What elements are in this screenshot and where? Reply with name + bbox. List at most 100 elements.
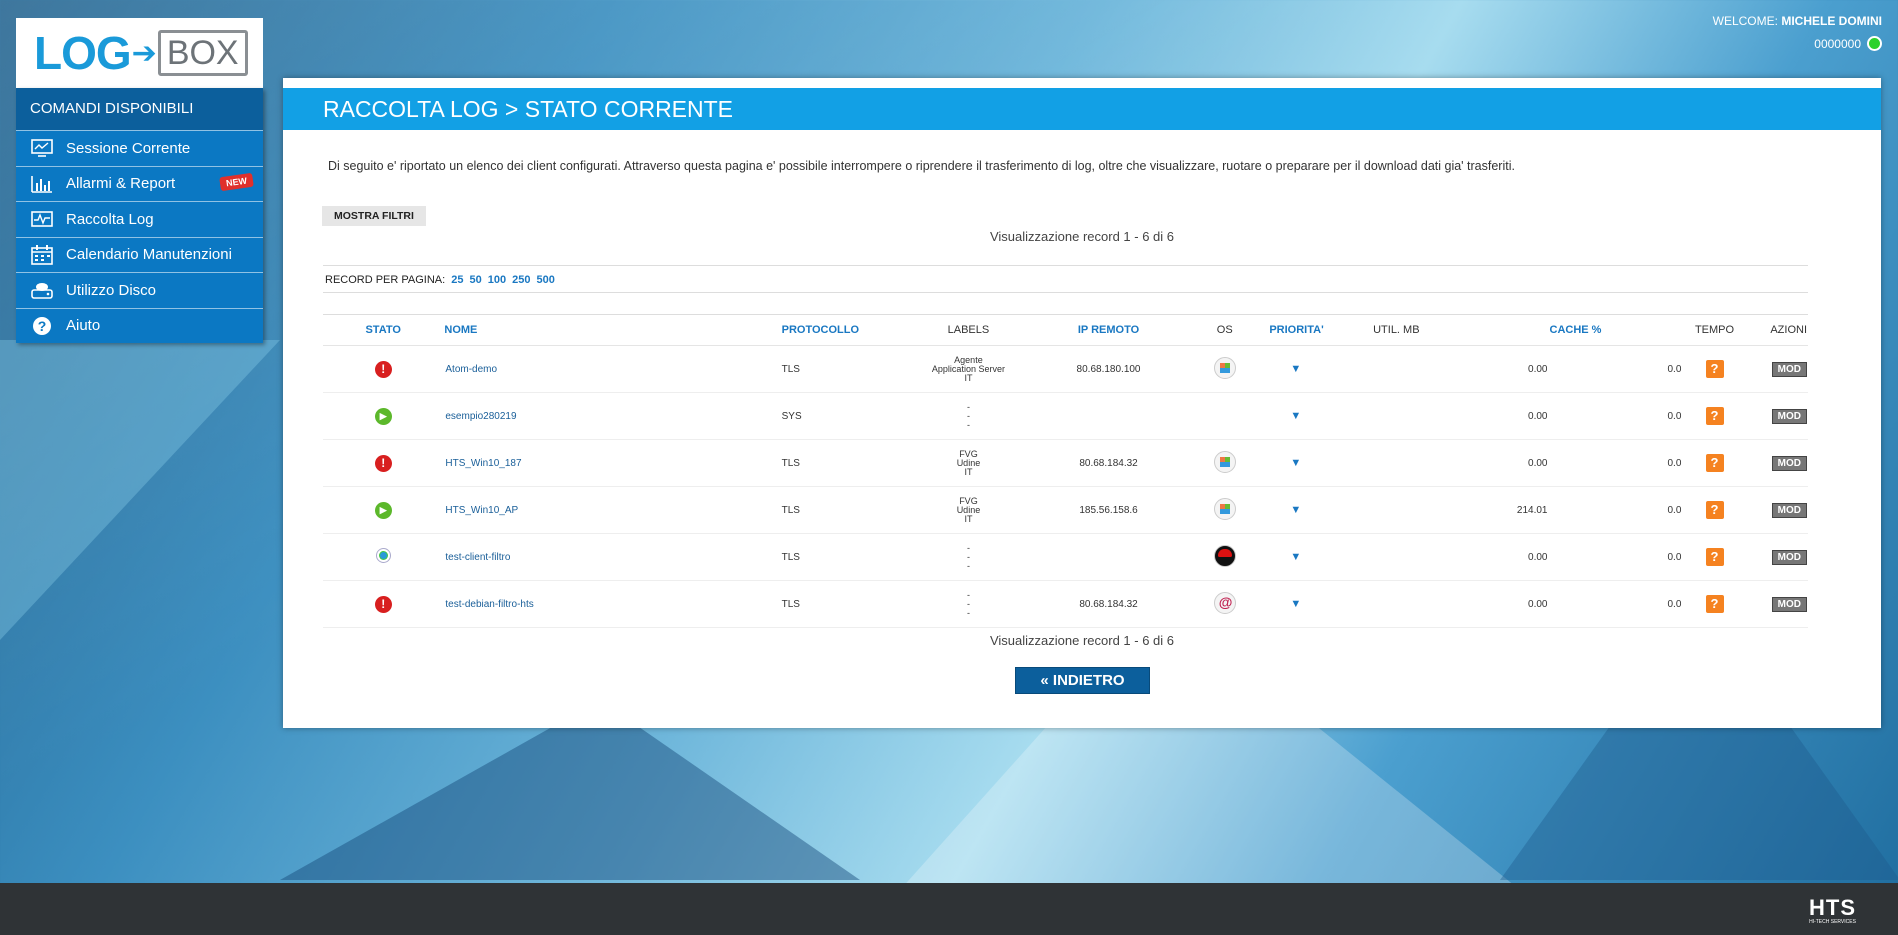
cache-cell: 0.0: [1548, 345, 1684, 393]
hts-logo: HTS HI-TECH SERVICES: [1809, 895, 1856, 925]
mod-button[interactable]: MOD: [1771, 361, 1807, 377]
util-cell: 0.00: [1372, 439, 1549, 487]
status-waiting-icon[interactable]: [375, 548, 391, 563]
status-stopped-icon[interactable]: !: [374, 360, 392, 378]
tempo-help-icon[interactable]: ?: [1705, 407, 1724, 425]
cache-cell: 0.0: [1548, 533, 1684, 581]
protocol-cell: TLS: [780, 345, 901, 393]
tempo-help-icon[interactable]: ?: [1705, 548, 1724, 566]
sidebar-item-calendario-manutenzioni[interactable]: Calendario Manutenzioni: [16, 236, 263, 273]
col-cache[interactable]: CACHE %: [1548, 314, 1684, 346]
col-priorita[interactable]: PRIORITA': [1268, 314, 1373, 346]
record-info-top: Visualizzazione record 1 - 6 di 6: [989, 229, 1175, 244]
rpp-option-100[interactable]: 100: [488, 274, 506, 286]
footer: HTS HI-TECH SERVICES: [0, 883, 1898, 935]
col-stato[interactable]: STATO: [323, 314, 444, 346]
sidebar-item-label: Sessione Corrente: [66, 139, 191, 157]
status-stopped-icon[interactable]: !: [374, 595, 392, 613]
labels-cell: ---: [901, 580, 1036, 628]
status-running-icon[interactable]: ▶: [374, 501, 392, 519]
sidebar-item-aiuto[interactable]: ? Aiuto: [16, 307, 263, 344]
sidebar-item-label: Aiuto: [66, 317, 101, 335]
mod-button[interactable]: MOD: [1771, 408, 1807, 424]
table-row: ! test-debian-filtro-hts TLS --- 80.68.1…: [323, 580, 1808, 628]
sidebar-item-label: Raccolta Log: [66, 210, 154, 228]
records-per-page-label: RECORD PER PAGINA:: [325, 274, 446, 286]
records-per-page: RECORD PER PAGINA: 25 50 100 250 500: [323, 265, 1808, 293]
user-name[interactable]: MICHELE DOMINI: [1781, 14, 1882, 28]
show-filters-button[interactable]: MOSTRA FILTRI: [322, 206, 426, 226]
mod-button[interactable]: MOD: [1771, 455, 1807, 471]
status-running-icon[interactable]: ▶: [374, 407, 392, 425]
tempo-help-icon[interactable]: ?: [1705, 360, 1724, 378]
mod-button[interactable]: MOD: [1771, 549, 1807, 565]
col-azioni: AZIONI: [1745, 314, 1808, 346]
page-title: RACCOLTA LOG > STATO CORRENTE: [283, 88, 1881, 130]
record-info-bottom: Visualizzazione record 1 - 6 di 6: [989, 633, 1175, 648]
tempo-help-icon[interactable]: ?: [1705, 454, 1724, 472]
client-name-link[interactable]: HTS_Win10_AP: [443, 486, 781, 534]
mod-button[interactable]: MOD: [1771, 502, 1807, 518]
client-name-link[interactable]: test-debian-filtro-hts: [443, 580, 781, 628]
labels-cell: FVG Udine IT: [901, 439, 1036, 487]
labels-cell: Agente Application Server IT: [901, 345, 1036, 393]
logo-log-text: LOG: [34, 27, 132, 79]
util-cell: 0.00: [1372, 345, 1549, 393]
main-panel: RACCOLTA LOG > STATO CORRENTE Di seguito…: [283, 78, 1881, 728]
user-box: WELCOME: MICHELE DOMINI 0000000: [1713, 14, 1882, 51]
priority-icon[interactable]: ▼: [1290, 598, 1301, 610]
labels-cell: ---: [901, 533, 1036, 581]
welcome-label: WELCOME:: [1712, 14, 1778, 28]
priority-icon[interactable]: ▼: [1290, 551, 1301, 563]
cache-cell: 0.0: [1548, 392, 1684, 440]
rpp-option-500[interactable]: 500: [537, 274, 555, 286]
protocol-cell: TLS: [780, 580, 901, 628]
col-nome[interactable]: NOME: [443, 314, 781, 346]
ip-cell: 185.56.158.6: [1035, 486, 1182, 534]
rpp-option-50[interactable]: 50: [470, 274, 482, 286]
intro-text: Di seguito e' riportato un elenco dei cl…: [328, 159, 1515, 173]
table-row: test-client-filtro TLS --- ▼ 0.00 0.0 ? …: [323, 533, 1808, 581]
col-labels: LABELS: [901, 314, 1036, 346]
rpp-option-250[interactable]: 250: [512, 274, 530, 286]
rpp-option-25[interactable]: 25: [451, 274, 463, 286]
clients-table: STATO NOME PROTOCOLLO LABELS IP REMOTO O…: [323, 314, 1808, 628]
sidebar-heading: COMANDI DISPONIBILI: [16, 88, 263, 130]
sidebar-item-raccolta-log[interactable]: Raccolta Log: [16, 201, 263, 237]
ip-cell: [1035, 533, 1182, 581]
cache-cell: 0.0: [1548, 580, 1684, 628]
windows-os-icon: [1213, 450, 1236, 473]
client-name-link[interactable]: test-client-filtro: [443, 533, 781, 581]
mod-button[interactable]: MOD: [1771, 596, 1807, 612]
back-button[interactable]: « INDIETRO: [1015, 667, 1150, 694]
sidebar-item-allarmi-report[interactable]: Allarmi & Report NEW: [16, 165, 263, 202]
ip-cell: 80.68.184.32: [1035, 439, 1182, 487]
col-ip-remoto[interactable]: IP REMOTO: [1035, 314, 1182, 346]
sidebar-item-utilizzo-disco[interactable]: Utilizzo Disco: [16, 272, 263, 308]
new-badge: NEW: [219, 172, 254, 191]
labels-cell: ---: [901, 392, 1036, 440]
tempo-help-icon[interactable]: ?: [1705, 595, 1724, 613]
protocol-cell: SYS: [780, 392, 901, 440]
status-stopped-icon[interactable]: !: [374, 454, 392, 472]
help-icon: ?: [30, 316, 54, 336]
app-logo[interactable]: LOG ➔ BOX: [16, 18, 263, 88]
client-name-link[interactable]: HTS_Win10_187: [443, 439, 781, 487]
col-protocollo[interactable]: PROTOCOLLO: [780, 314, 901, 346]
windows-os-icon: [1213, 497, 1236, 520]
priority-icon[interactable]: ▼: [1290, 363, 1301, 375]
sidebar-menu: COMANDI DISPONIBILI Sessione Corrente Al…: [16, 88, 263, 343]
priority-icon[interactable]: ▼: [1290, 410, 1301, 422]
protocol-cell: TLS: [780, 486, 901, 534]
priority-icon[interactable]: ▼: [1290, 504, 1301, 516]
table-row: ! Atom-demo TLS Agente Application Server…: [323, 345, 1808, 393]
client-name-link[interactable]: Atom-demo: [443, 345, 781, 393]
tempo-help-icon[interactable]: ?: [1705, 501, 1724, 519]
client-name-link[interactable]: esempio280219: [443, 392, 781, 440]
priority-icon[interactable]: ▼: [1290, 457, 1301, 469]
sidebar-item-sessione-corrente[interactable]: Sessione Corrente: [16, 130, 263, 166]
protocol-cell: TLS: [780, 439, 901, 487]
util-cell: 214.01: [1372, 486, 1549, 534]
redhat-os-icon: [1213, 544, 1236, 567]
sidebar-item-label: Calendario Manutenzioni: [66, 246, 232, 264]
